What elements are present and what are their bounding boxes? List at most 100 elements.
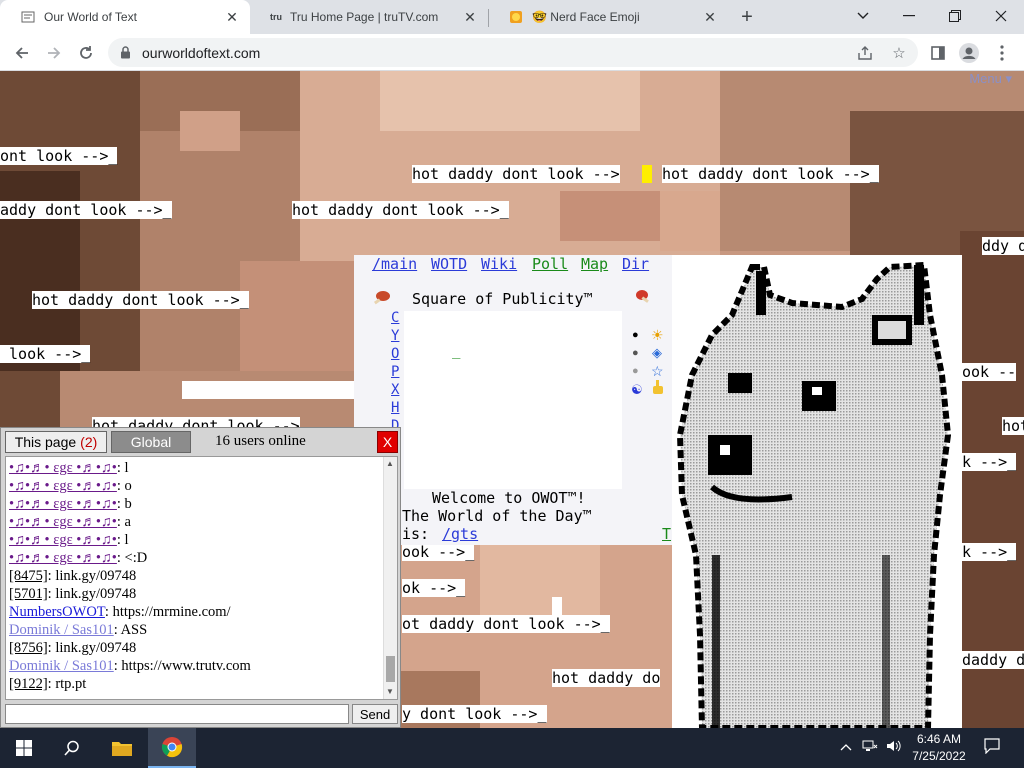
- chat-message-log[interactable]: •♫•♬• εgε •♬•♫•: l •♫•♬• εgε •♬•♫•: o •♫•♬…: [5, 456, 398, 700]
- chat-scroll-thumb[interactable]: [386, 656, 395, 682]
- chat-send-button[interactable]: Send: [352, 704, 398, 724]
- search-icon[interactable]: [48, 728, 96, 768]
- emoji-favicon-icon: [508, 9, 524, 25]
- profile-avatar-icon[interactable]: [955, 39, 983, 67]
- chat-nickname[interactable]: •♫•♬• εgε •♬•♫•: [9, 532, 117, 548]
- chat-close-button[interactable]: X: [377, 431, 398, 453]
- tab-title: Our World of Text: [44, 10, 137, 24]
- chat-nickname[interactable]: [8475]: [9, 568, 48, 584]
- back-button[interactable]: [8, 39, 36, 67]
- side-panel-icon[interactable]: [924, 39, 952, 67]
- chat-tab-global[interactable]: Global: [111, 431, 191, 453]
- owot-menu-button[interactable]: Menu ▾: [969, 71, 1012, 87]
- taskbar-clock[interactable]: 6:46 AM 7/25/2022: [908, 731, 970, 765]
- world-text: ook --: [962, 363, 1017, 381]
- chat-message: •♫•♬• εgε •♬•♫•: o: [9, 477, 132, 495]
- gray-circle-icon: ●: [632, 347, 639, 359]
- minimize-button[interactable]: [886, 0, 932, 32]
- chat-nickname[interactable]: •♫•♬• εgε •♬•♫•: [9, 514, 117, 530]
- chat-nickname[interactable]: •♫•♬• εgε •♬•♫•: [9, 478, 117, 494]
- chat-message: [9122]: rtp.pt: [9, 675, 86, 693]
- link-main[interactable]: /main: [372, 255, 417, 273]
- link-dir[interactable]: Dir: [622, 255, 649, 273]
- chat-message-text: o: [120, 478, 132, 494]
- square-of-publicity-box[interactable]: _: [404, 311, 622, 489]
- chat-message-text: b: [120, 496, 132, 512]
- world-text: hot daddy do: [552, 669, 661, 687]
- light-circle-icon: ●: [632, 365, 639, 377]
- world-text: k -->_: [962, 543, 1017, 561]
- close-tab-icon[interactable]: ✕: [702, 9, 718, 25]
- more-menu-icon[interactable]: [988, 39, 1016, 67]
- chat-nickname[interactable]: Dominik / Sas101: [9, 622, 114, 638]
- chat-message: [5701]: link.gy/09748: [9, 585, 136, 603]
- link-wotd[interactable]: WOTD: [431, 255, 467, 273]
- side-link-p[interactable]: P: [391, 364, 399, 380]
- file-explorer-icon[interactable]: [98, 728, 146, 768]
- world-text: ot daddy dont look -->_: [402, 615, 610, 633]
- address-bar[interactable]: ourworldoftext.com ☆: [108, 38, 918, 67]
- chat-message-text: link.gy/09748: [51, 586, 137, 602]
- green-cursor-mark: _: [452, 343, 461, 359]
- chat-nickname[interactable]: •♫•♬• εgε •♬•♫•: [9, 550, 117, 566]
- t-link[interactable]: T: [662, 525, 671, 543]
- chat-nickname[interactable]: •♫•♬• εgε •♬•♫•: [9, 460, 117, 476]
- world-text: hot daddy dont look -->: [412, 165, 620, 183]
- side-link-h[interactable]: H: [391, 400, 399, 416]
- side-link-y[interactable]: Y: [391, 328, 399, 344]
- windows-start-icon[interactable]: [0, 728, 48, 768]
- welcome-line-1: Welcome to OWOT™!: [432, 489, 586, 507]
- chat-input[interactable]: [5, 704, 349, 724]
- chat-nickname[interactable]: [5701]: [9, 586, 48, 602]
- tab-nerd-face-emoji[interactable]: 🤓 Nerd Face Emoji ✕: [488, 0, 728, 34]
- side-link-x[interactable]: X: [391, 382, 399, 398]
- bookmark-star-icon[interactable]: ☆: [890, 44, 908, 62]
- link-poll[interactable]: Poll: [532, 255, 568, 273]
- scroll-up-arrow-icon[interactable]: ▲: [386, 459, 394, 468]
- restore-button[interactable]: [932, 0, 978, 32]
- chat-message: [8756]: link.gy/09748: [9, 639, 136, 657]
- link-wiki[interactable]: Wiki: [481, 255, 517, 273]
- trutv-favicon-icon: tru: [270, 12, 282, 22]
- lock-icon[interactable]: [120, 46, 131, 64]
- diamond-icon: ◈: [652, 345, 662, 360]
- side-link-c[interactable]: C: [391, 310, 399, 326]
- tab-our-world-of-text[interactable]: Our World of Text ✕: [0, 0, 250, 34]
- world-of-the-day-link[interactable]: /gts: [442, 525, 478, 543]
- chat-tab-label: This page: [14, 434, 77, 450]
- close-window-button[interactable]: [978, 0, 1024, 32]
- tab-trutv[interactable]: tru Tru Home Page | truTV.com ✕: [250, 0, 488, 34]
- chrome-taskbar-icon[interactable]: [148, 728, 196, 768]
- new-tab-button[interactable]: +: [736, 6, 758, 28]
- scroll-down-arrow-icon[interactable]: ▼: [386, 687, 394, 696]
- reload-button[interactable]: [72, 39, 100, 67]
- forward-button[interactable]: [40, 39, 68, 67]
- chat-message-text: link.gy/09748: [51, 640, 137, 656]
- world-text: addy dont look -->_: [0, 201, 172, 219]
- chat-nickname[interactable]: [9122]: [9, 676, 48, 692]
- tab-search-icon[interactable]: [840, 0, 886, 32]
- chat-message: [8475]: link.gy/09748: [9, 567, 136, 585]
- notifications-icon[interactable]: [984, 738, 1000, 757]
- chat-tab-this-page[interactable]: This page (2): [5, 431, 107, 453]
- chat-nickname[interactable]: •♫•♬• εgε •♬•♫•: [9, 496, 117, 512]
- world-text: daddy d: [962, 651, 1024, 669]
- chat-unread-count: (2): [80, 434, 98, 450]
- link-map[interactable]: Map: [581, 255, 608, 273]
- clock-time: 6:46 AM: [916, 732, 962, 746]
- chat-nickname[interactable]: [8756]: [9, 640, 48, 656]
- chat-scrollbar[interactable]: ▲ ▼: [383, 457, 397, 699]
- side-link-o[interactable]: O: [391, 346, 399, 362]
- network-icon[interactable]: [862, 739, 878, 756]
- world-text: y dont look -->_: [402, 705, 547, 723]
- show-hidden-icons-chevron-icon[interactable]: [840, 739, 852, 754]
- volume-icon[interactable]: [886, 739, 902, 756]
- chat-nickname[interactable]: NumbersOWOT: [9, 604, 105, 620]
- text-cursor: [642, 165, 652, 183]
- chat-nickname[interactable]: Dominik / Sas101: [9, 658, 114, 674]
- doge-ascii-art: [672, 255, 962, 728]
- close-tab-icon[interactable]: ✕: [462, 9, 478, 25]
- share-icon[interactable]: [856, 44, 874, 62]
- close-tab-icon[interactable]: ✕: [224, 9, 240, 25]
- chat-message: NumbersOWOT: https://mrmine.com/: [9, 603, 231, 621]
